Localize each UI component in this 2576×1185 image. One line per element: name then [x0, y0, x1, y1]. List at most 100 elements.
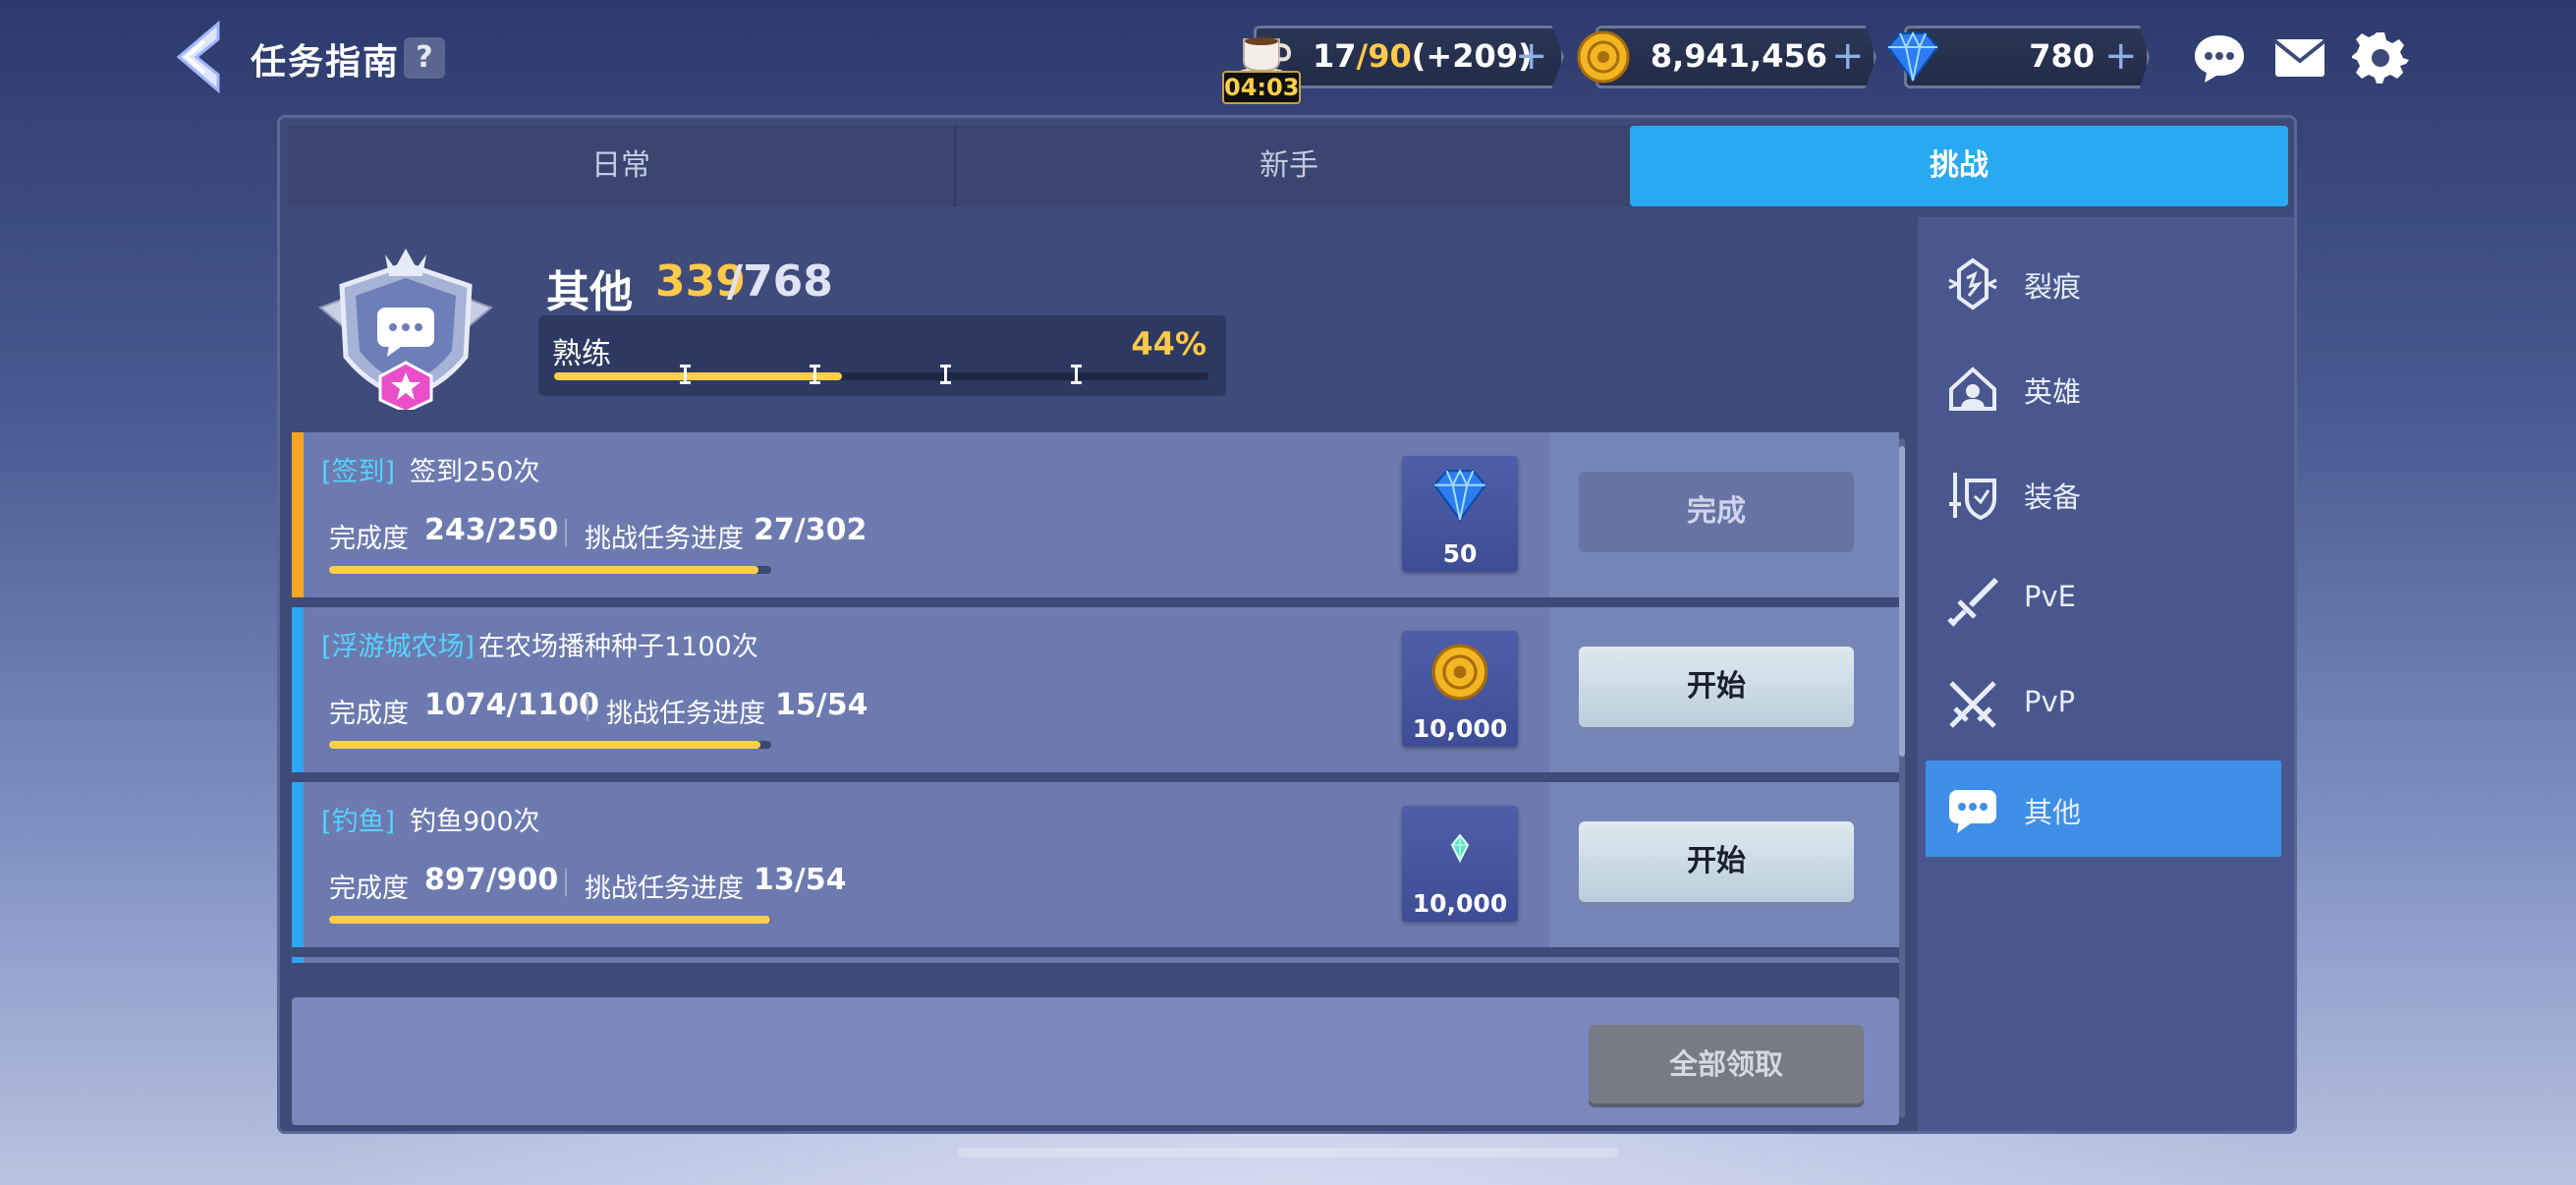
sidebar-item-label: 其他 [2024, 796, 2082, 829]
task-list-scrollbar[interactable] [1899, 438, 1905, 1118]
proficiency-label: 熟练 [552, 337, 611, 371]
completion-label: 完成度 [329, 874, 409, 904]
settings-gear-icon[interactable] [2352, 29, 2409, 86]
tab-challenge[interactable]: 挑战 [1630, 126, 2288, 206]
proficiency-tick [1071, 365, 1082, 384]
stamina-max: /90 [1356, 37, 1412, 75]
stamina-timer: 04:03 [1222, 71, 1301, 104]
crossed-swords-icon [1949, 681, 1996, 728]
completion-value: 897/900 [424, 863, 559, 897]
reward-item[interactable]: 10,000 [1402, 806, 1518, 922]
reward-amount: 10,000 [1412, 714, 1508, 743]
top-bar: 任务指南 ? 17/90(+209) + 04:03 8,941,456 + 7… [0, 0, 2576, 116]
completion-label: 完成度 [329, 699, 409, 729]
gold-plus-button[interactable]: + [1831, 33, 1865, 79]
task-description: 签到250次 [410, 457, 540, 487]
task-tag: [浮游城农场] [321, 632, 476, 662]
complete-button[interactable]: 完成 [1579, 472, 1854, 552]
scrollbar-thumb[interactable] [1899, 446, 1905, 757]
claim-all-button[interactable]: 全部领取 [1589, 1025, 1864, 1103]
proficiency-box: 熟练 44% [538, 315, 1226, 396]
task-row: [签到] 签到250次 完成度 243/250 挑战任务进度 27/302 50… [292, 432, 1899, 597]
chat-bubble-icon [1949, 790, 1996, 833]
task-progress-fill [329, 566, 759, 574]
sword-icon [1947, 578, 1998, 627]
task-tag: [钓鱼] [321, 807, 396, 837]
task-tag: [签到] [321, 457, 396, 487]
gold-coin-icon [1431, 644, 1488, 701]
gold-value: 8,941,456 [1650, 37, 1827, 75]
gem-resource: 780 + [1884, 26, 2150, 88]
task-progress-fill [329, 916, 770, 924]
sidebar-item-label: 英雄 [2024, 375, 2082, 409]
category-sidebar: 裂痕 英雄 装备 PvE PvP 其他 [1918, 217, 2294, 1131]
challenge-progress-label: 挑战任务进度 [606, 699, 765, 729]
start-button[interactable]: 开始 [1579, 647, 1854, 727]
task-progress-bar [329, 916, 771, 924]
challenge-progress-label: 挑战任务进度 [585, 874, 744, 904]
completion-label: 完成度 [329, 524, 409, 554]
task-description: 在农场播种种子1100次 [478, 632, 758, 662]
reward-amount: 50 [1442, 539, 1478, 568]
stamina-plus-button[interactable]: + [1515, 33, 1548, 79]
stamina-current: 17 [1313, 37, 1357, 75]
equipment-icon [1949, 473, 1996, 521]
home-indicator [958, 1148, 1618, 1157]
task-progress-bar [329, 741, 771, 749]
sidebar-item-label: 裂痕 [2024, 270, 2082, 304]
sidebar-item-rift[interactable]: 裂痕 [1926, 235, 2281, 331]
bottom-action-bar: 全部领取 [292, 997, 1899, 1125]
hero-icon [1949, 367, 1996, 411]
category-header: 其他 339 /768 熟练 44% [283, 217, 1917, 425]
gem-plus-button[interactable]: + [2104, 33, 2138, 79]
proficiency-percent: 44% [1131, 325, 1206, 363]
back-arrow-icon[interactable] [169, 20, 228, 94]
task-list: [签到] 签到250次 完成度 243/250 挑战任务进度 27/302 50… [292, 432, 1899, 963]
sidebar-item-hero[interactable]: 英雄 [1926, 340, 2281, 436]
category-name: 其他 [546, 267, 633, 317]
sidebar-item-other[interactable]: 其他 [1926, 761, 2281, 857]
crystal-icon [1450, 833, 1470, 864]
sidebar-item-label: PvP [2024, 685, 2076, 718]
task-guide-panel: 日常 新手 挑战 其他 339 /768 熟练 44% [签到] 签到250次 … [277, 115, 2297, 1134]
task-row-partial [292, 957, 1899, 963]
gold-resource: 8,941,456 + [1576, 26, 1876, 88]
sidebar-item-label: 装备 [2024, 480, 2082, 514]
proficiency-tick [810, 365, 820, 384]
gem-icon [1886, 31, 1939, 83]
tab-daily[interactable]: 日常 [288, 126, 954, 206]
challenge-progress-label: 挑战任务进度 [585, 524, 744, 554]
proficiency-tick [940, 365, 951, 384]
start-button[interactable]: 开始 [1579, 821, 1854, 902]
category-badge-icon [318, 249, 493, 410]
task-row: [钓鱼] 钓鱼900次 完成度 897/900 挑战任务进度 13/54 10,… [292, 782, 1899, 947]
sidebar-item-pve[interactable]: PvE [1926, 550, 2281, 647]
task-row: [浮游城农场] 在农场播种种子1100次 完成度 1074/1100 挑战任务进… [292, 607, 1899, 772]
task-description: 钓鱼900次 [410, 807, 540, 837]
completion-value: 243/250 [424, 513, 559, 547]
tab-bar: 日常 新手 挑战 [288, 126, 2288, 206]
gem-icon [1432, 468, 1487, 522]
challenge-progress-value: 27/302 [754, 513, 868, 547]
reward-item[interactable]: 10,000 [1402, 631, 1518, 747]
sidebar-item-pvp[interactable]: PvP [1926, 655, 2281, 752]
reward-amount: 10,000 [1412, 889, 1508, 918]
chat-icon[interactable] [2191, 29, 2248, 86]
reward-item[interactable]: 50 [1402, 456, 1518, 572]
task-progress-bar [329, 566, 771, 574]
task-progress-fill [329, 741, 761, 749]
help-button[interactable]: ? [404, 37, 445, 79]
mail-icon[interactable] [2271, 29, 2328, 86]
proficiency-progress-fill [554, 372, 843, 380]
sidebar-item-equipment[interactable]: 装备 [1926, 445, 2281, 541]
challenge-progress-value: 13/54 [754, 863, 847, 897]
page-title: 任务指南 [251, 42, 401, 83]
gold-coin-icon [1577, 30, 1630, 84]
rift-icon [1948, 257, 1997, 310]
sidebar-item-label: PvE [2024, 580, 2076, 613]
challenge-progress-value: 15/54 [775, 688, 868, 722]
tab-newbie[interactable]: 新手 [956, 126, 1622, 206]
gem-value: 780 [2029, 37, 2095, 75]
proficiency-progress-bar [554, 365, 1208, 384]
category-max: /768 [727, 256, 833, 307]
